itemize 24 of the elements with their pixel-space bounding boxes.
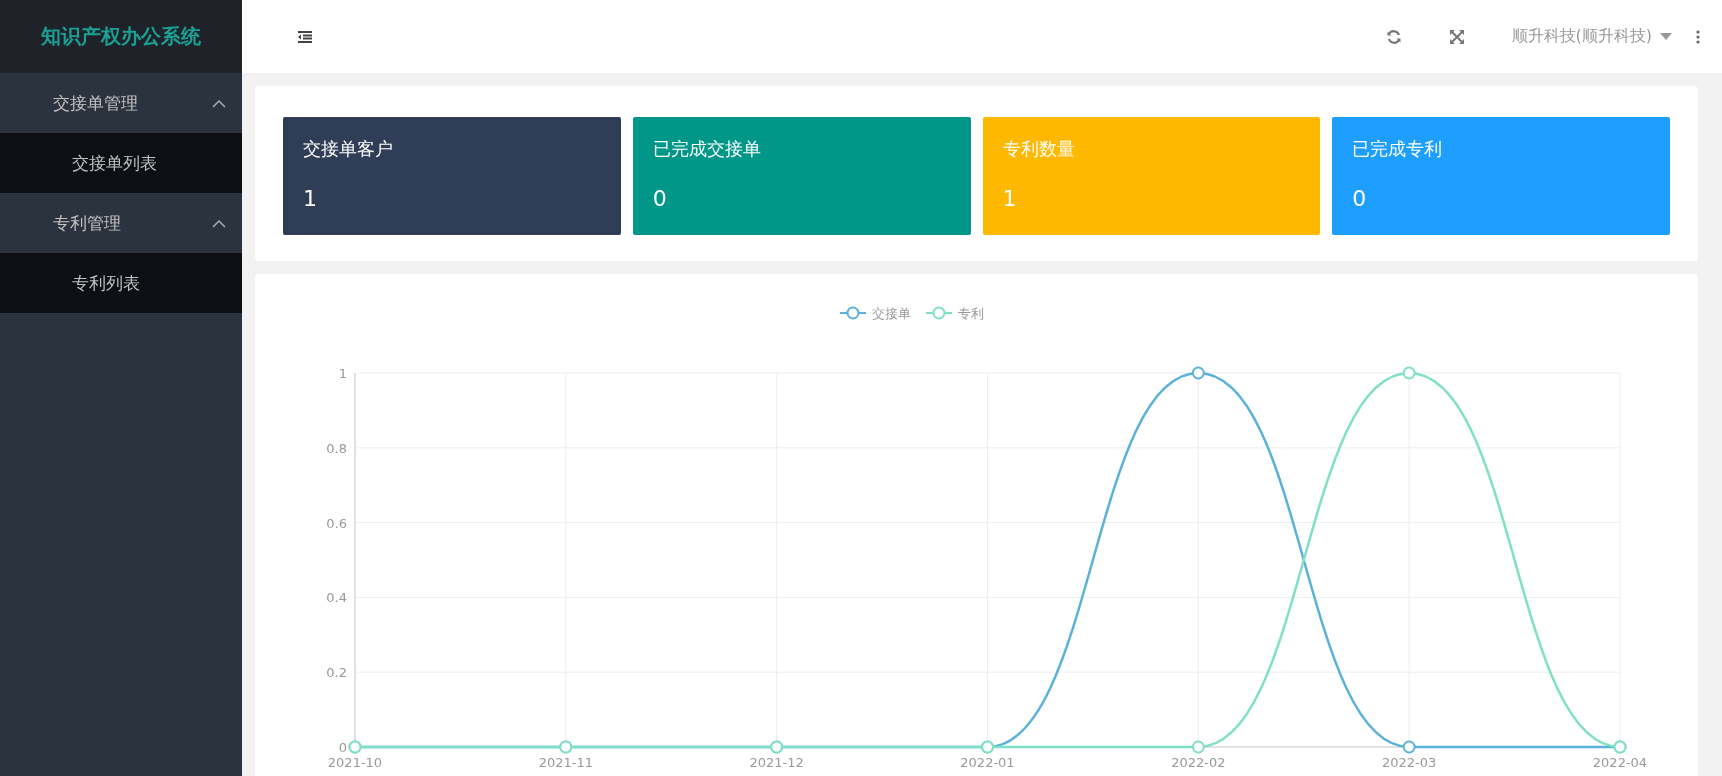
stat-value: 1 xyxy=(303,186,318,211)
legend-label: 交接单 xyxy=(872,306,911,321)
x-tick-label: 2021-11 xyxy=(538,755,593,770)
y-tick-label: 0 xyxy=(338,740,347,755)
stat-value: 0 xyxy=(1352,186,1368,211)
x-tick-label: 2021-10 xyxy=(327,755,383,770)
stat-value: 0 xyxy=(652,186,668,211)
stat-title: 专利数量 xyxy=(1002,137,1076,161)
y-tick-label: 0.6 xyxy=(326,515,347,531)
x-tick-label: 2022-04 xyxy=(1592,755,1648,770)
y-tick-label: 1 xyxy=(338,366,347,381)
y-tick-label: 0.8 xyxy=(326,440,347,456)
stat-title: 已完成交接单 xyxy=(652,137,762,161)
stat-value: 1 xyxy=(1002,186,1018,211)
stat-title: 已完成专利 xyxy=(1352,137,1444,161)
legend-label: 专利 xyxy=(958,306,984,321)
x-tick-label: 2022-01 xyxy=(960,755,1015,770)
y-tick-label: 0.2 xyxy=(326,665,347,681)
y-tick-label: 0.4 xyxy=(326,590,347,606)
x-tick-label: 2022-02 xyxy=(1171,755,1226,770)
app-title: 知识产权办公系统 xyxy=(0,0,242,73)
x-tick-label: 2021-12 xyxy=(749,755,804,770)
x-tick-label: 2022-03 xyxy=(1382,755,1437,770)
stat-title: 交接单客户 xyxy=(303,137,394,161)
